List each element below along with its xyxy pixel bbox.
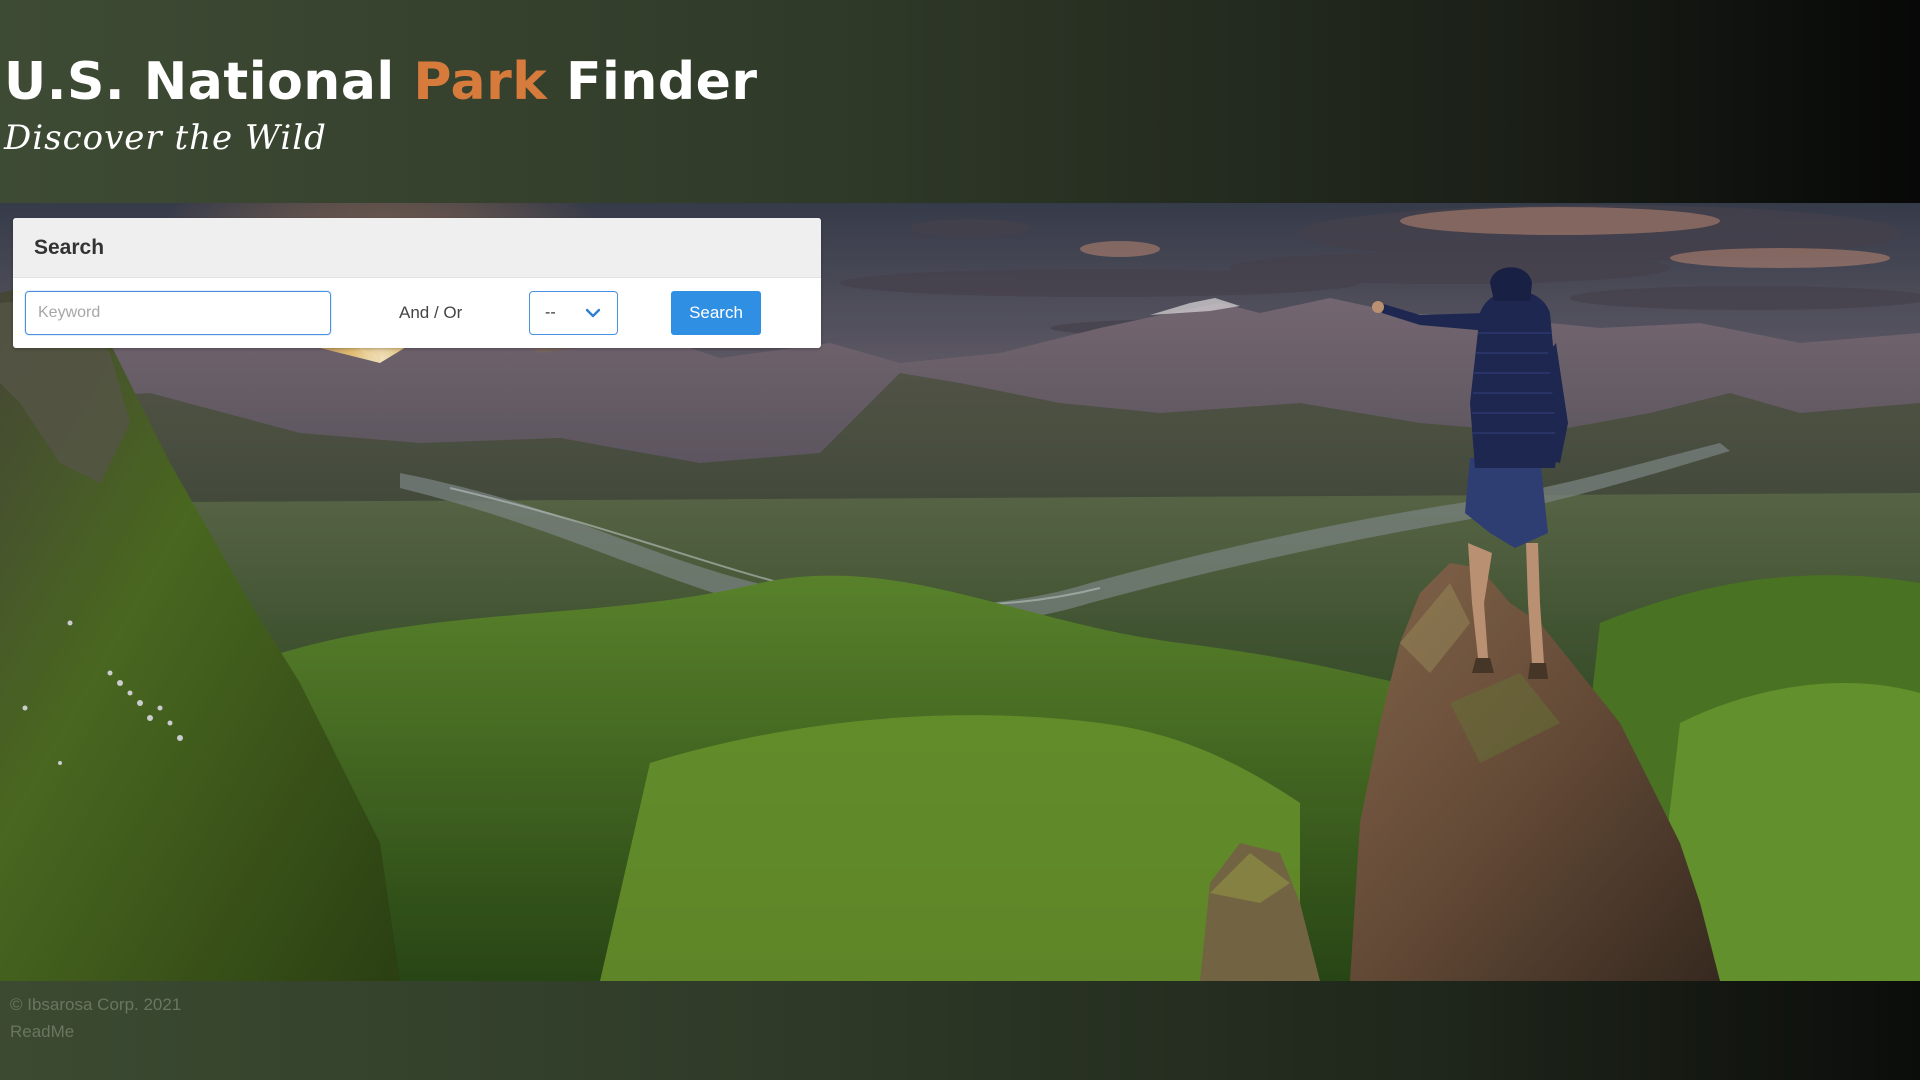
select-value: -- [545, 304, 556, 321]
keyword-input[interactable] [25, 291, 331, 335]
search-panel-header: Search [13, 218, 821, 278]
search-button[interactable]: Search [671, 291, 761, 335]
copyright-text: © Ibsarosa Corp. 2021 [10, 995, 182, 1014]
site-title: U.S. National Park Finder [4, 52, 757, 112]
title-accent-text: Park [413, 52, 548, 112]
title-text-1: U.S. National [4, 52, 414, 112]
site-tagline: Discover the Wild [4, 118, 327, 158]
site-footer: © Ibsarosa Corp. 2021 ReadMe [0, 981, 1920, 1080]
search-panel-title: Search [34, 236, 105, 259]
readme-link[interactable]: ReadMe [10, 1022, 74, 1042]
site-header: U.S. National Park Finder Discover the W… [0, 0, 1920, 203]
title-text-2: Finder [547, 52, 758, 112]
chevron-down-icon [585, 308, 601, 318]
state-select-dropdown[interactable]: -- [529, 291, 618, 335]
and-or-label: And / Or [399, 303, 463, 322]
search-panel: Search And / Or -- Search [13, 218, 821, 348]
